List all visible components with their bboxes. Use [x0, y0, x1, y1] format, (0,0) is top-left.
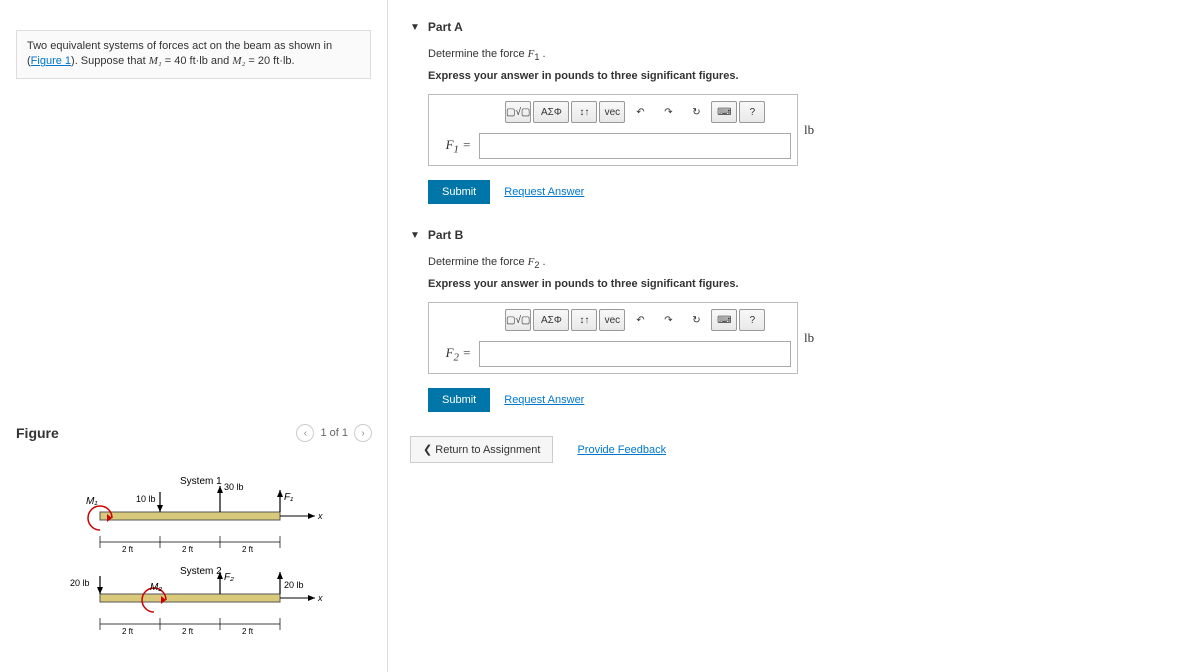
- svg-text:2 ft: 2 ft: [182, 627, 194, 636]
- svg-text:System 2: System 2: [180, 566, 222, 577]
- beam-1: [100, 512, 280, 520]
- part-a-express: Express your answer in pounds to three s…: [428, 70, 1170, 82]
- svg-text:2 ft: 2 ft: [182, 545, 194, 554]
- help-tool[interactable]: ?: [739, 101, 765, 123]
- figure-title: Figure: [16, 425, 59, 441]
- svg-text:10 lb: 10 lb: [136, 494, 156, 504]
- undo-tool[interactable]: ↶: [627, 101, 653, 123]
- reset-tool[interactable]: ↻: [683, 309, 709, 331]
- svg-text:20 lb: 20 lb: [284, 580, 304, 590]
- vec-tool[interactable]: vec: [599, 309, 625, 331]
- m2-symbol: M₂: [232, 55, 245, 67]
- svg-text:30 lb: 30 lb: [224, 482, 244, 492]
- svg-text:x: x: [317, 511, 323, 521]
- m1-value: = 40 ft·lb and: [162, 55, 233, 67]
- beam-2: [100, 594, 280, 602]
- submit-button-a[interactable]: Submit: [428, 180, 490, 204]
- svg-text:2 ft: 2 ft: [242, 545, 254, 554]
- vec-tool[interactable]: vec: [599, 101, 625, 123]
- caret-down-icon: ▼: [410, 230, 420, 241]
- problem-statement: Two equivalent systems of forces act on …: [16, 30, 371, 79]
- svg-text:2 ft: 2 ft: [242, 627, 254, 636]
- request-answer-a[interactable]: Request Answer: [504, 186, 584, 198]
- unit-a: lb: [804, 122, 814, 138]
- figure-nav: ‹ 1 of 1 ›: [296, 424, 372, 442]
- m2-value: = 20 ft·lb.: [245, 55, 294, 67]
- figure-prev-button[interactable]: ‹: [296, 424, 314, 442]
- problem-text-2: ). Suppose that: [71, 55, 149, 67]
- figure-diagram: System 1 M₁ 10 lb 30 lb F₁ x: [50, 472, 340, 662]
- f1-input[interactable]: [479, 133, 791, 159]
- request-answer-b[interactable]: Request Answer: [504, 394, 584, 406]
- undo-tool[interactable]: ↶: [627, 309, 653, 331]
- part-b-title: Part B: [428, 228, 463, 242]
- help-tool[interactable]: ?: [739, 309, 765, 331]
- svg-text:2 ft: 2 ft: [122, 545, 134, 554]
- svg-text:F₁: F₁: [284, 492, 293, 503]
- scripts-tool[interactable]: ↕↑: [571, 101, 597, 123]
- figure-next-button[interactable]: ›: [354, 424, 372, 442]
- answer-box-a: ▢√▢ ΑΣΦ ↕↑ vec ↶ ↷ ↻ ⌨ ? F1 =: [428, 94, 798, 166]
- caret-down-icon: ▼: [410, 22, 420, 33]
- f1-label: F1 =: [435, 137, 471, 156]
- part-b-express: Express your answer in pounds to three s…: [428, 278, 1170, 290]
- template-tool[interactable]: ▢√▢: [505, 101, 531, 123]
- part-a-header[interactable]: ▼ Part A: [410, 20, 1170, 34]
- reset-tool[interactable]: ↻: [683, 101, 709, 123]
- figure-nav-text: 1 of 1: [320, 427, 348, 439]
- template-tool[interactable]: ▢√▢: [505, 309, 531, 331]
- svg-text:M₂: M₂: [150, 582, 162, 593]
- figure-link[interactable]: Figure 1: [31, 55, 71, 67]
- redo-tool[interactable]: ↷: [655, 101, 681, 123]
- svg-text:20 lb: 20 lb: [70, 578, 90, 588]
- part-b-header[interactable]: ▼ Part B: [410, 228, 1170, 242]
- unit-b: lb: [804, 330, 814, 346]
- return-button[interactable]: ❮ Return to Assignment: [410, 436, 553, 463]
- keyboard-tool[interactable]: ⌨: [711, 101, 737, 123]
- part-a-determine: Determine the force F1 .: [428, 48, 1170, 62]
- provide-feedback-link[interactable]: Provide Feedback: [577, 444, 666, 456]
- f2-label: F2 =: [435, 345, 471, 364]
- m1-symbol: M₁: [149, 55, 162, 67]
- greek-tool[interactable]: ΑΣΦ: [533, 309, 569, 331]
- answer-box-b: ▢√▢ ΑΣΦ ↕↑ vec ↶ ↷ ↻ ⌨ ? F2 =: [428, 302, 798, 374]
- part-b-determine: Determine the force F2 .: [428, 256, 1170, 270]
- sys1-label: System 1: [180, 476, 222, 487]
- svg-text:F₂: F₂: [224, 572, 234, 583]
- svg-text:2 ft: 2 ft: [122, 627, 134, 636]
- scripts-tool[interactable]: ↕↑: [571, 309, 597, 331]
- greek-tool[interactable]: ΑΣΦ: [533, 101, 569, 123]
- submit-button-b[interactable]: Submit: [428, 388, 490, 412]
- redo-tool[interactable]: ↷: [655, 309, 681, 331]
- part-a-title: Part A: [428, 20, 463, 34]
- svg-text:x: x: [317, 593, 323, 603]
- f2-input[interactable]: [479, 341, 791, 367]
- keyboard-tool[interactable]: ⌨: [711, 309, 737, 331]
- svg-text:M₁: M₁: [86, 496, 97, 507]
